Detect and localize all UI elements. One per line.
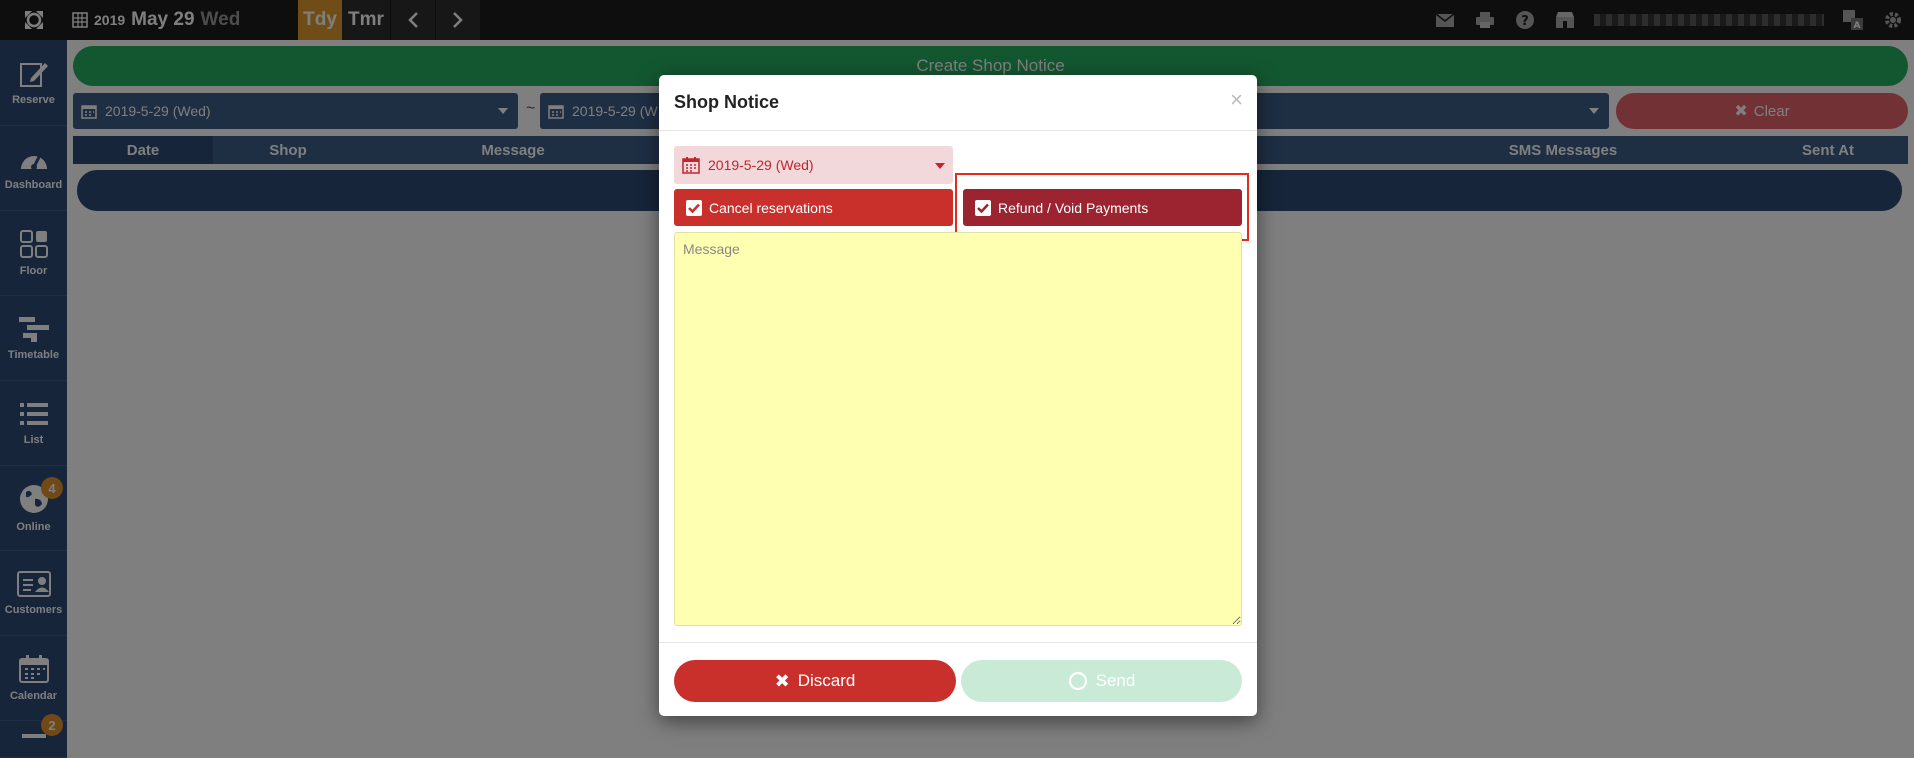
- modal-header: Shop Notice ×: [659, 75, 1257, 131]
- shop-notice-modal: Shop Notice × 2019-5-29 (Wed) Cancel res…: [659, 75, 1257, 716]
- checkbox-checked-icon: [686, 199, 702, 216]
- cancel-reservations-toggle[interactable]: Cancel reservations: [674, 189, 953, 226]
- modal-footer-divider: [659, 642, 1257, 643]
- cancel-reservations-label: Cancel reservations: [709, 199, 833, 216]
- modal-title: Shop Notice: [674, 92, 780, 112]
- calendar-small-icon: [682, 157, 700, 174]
- discard-button[interactable]: ✖ Discard: [674, 660, 956, 702]
- notice-date-value: 2019-5-29 (Wed): [708, 157, 814, 173]
- highlight-annotation: [955, 173, 1249, 241]
- message-input[interactable]: [674, 232, 1242, 626]
- close-icon[interactable]: ×: [1230, 89, 1243, 111]
- circle-icon: [1068, 671, 1087, 691]
- chevron-down-icon: [935, 163, 945, 169]
- close-icon: ✖: [774, 670, 790, 691]
- notice-date-select[interactable]: 2019-5-29 (Wed): [674, 146, 953, 184]
- send-button[interactable]: Send: [961, 660, 1242, 702]
- send-label: Send: [1095, 671, 1136, 690]
- discard-label: Discard: [797, 671, 856, 690]
